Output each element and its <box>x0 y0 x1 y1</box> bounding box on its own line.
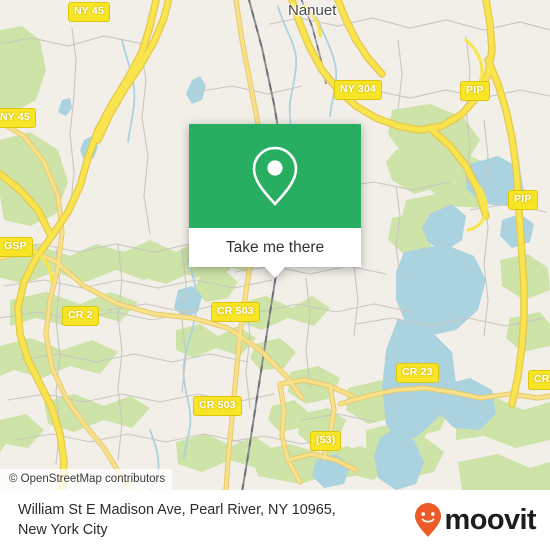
road-shield-pip-south[interactable]: PIP <box>508 190 538 210</box>
road-shield-cr2[interactable]: CR 2 <box>62 306 99 326</box>
moovit-smiley-pin-icon <box>414 503 441 537</box>
road-shield-cr23[interactable]: CR 23 <box>396 363 439 383</box>
moovit-wordmark: moovit <box>444 503 537 536</box>
road-shield-pip-north[interactable]: PIP <box>460 81 490 101</box>
map-canvas[interactable]: Nanuet NY 45 NY 45 NY 304 PIP PIP GSP CR… <box>0 0 550 490</box>
road-shield-ny45-north[interactable]: NY 45 <box>68 2 110 22</box>
address-line-2: New York City <box>18 522 108 538</box>
road-shield-gsp[interactable]: GSP <box>0 237 33 257</box>
footer-bar: William St E Madison Ave, Pearl River, N… <box>0 490 550 550</box>
road-shield-cr-edge[interactable]: CR <box>528 370 550 390</box>
place-label-nanuet: Nanuet <box>288 2 337 19</box>
road-shield-cr503-south[interactable]: CR 503 <box>193 396 242 416</box>
callout-tail-pointer <box>264 266 286 278</box>
take-me-there-label: Take me there <box>225 238 325 256</box>
address-block: William St E Madison Ave, Pearl River, N… <box>18 500 413 541</box>
osm-attribution[interactable]: © OpenStreetMap contributors <box>0 469 173 490</box>
moovit-brand[interactable]: moovit <box>413 502 537 538</box>
road-shield-ny304[interactable]: NY 304 <box>334 80 383 100</box>
road-shield-cr503-north[interactable]: CR 503 <box>211 302 260 322</box>
road-shield-ny45-west[interactable]: NY 45 <box>0 108 36 128</box>
callout-pin-panel <box>189 124 361 228</box>
map-screenshot-root: Nanuet NY 45 NY 45 NY 304 PIP PIP GSP CR… <box>0 0 550 550</box>
callout-action-bar[interactable]: Take me there <box>189 228 361 278</box>
location-pin-icon <box>252 146 298 206</box>
address-line-1: William St E Madison Ave, Pearl River, N… <box>18 501 336 518</box>
road-shield-53[interactable]: (53) <box>310 431 342 451</box>
take-me-there-callout[interactable]: Take me there <box>189 124 361 278</box>
